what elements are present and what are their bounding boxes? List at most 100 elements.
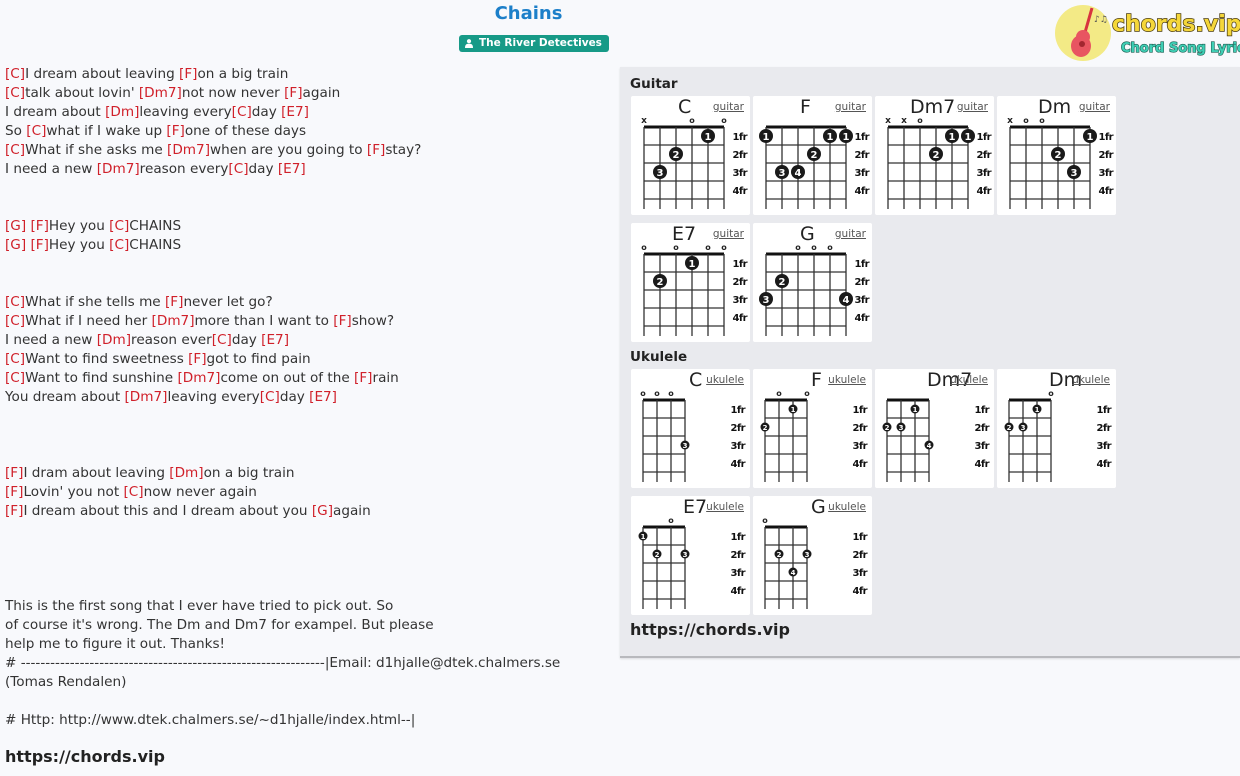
ukulele-chord-f[interactable]: o o 1fr 2fr 3fr 4fr 1 2 Fukulele xyxy=(753,369,872,488)
muted-string-marker: x xyxy=(901,116,907,126)
chord-tag[interactable]: [E7] xyxy=(278,161,306,177)
ukulele-link[interactable]: ukulele xyxy=(706,501,744,513)
chord-tag[interactable]: [F] xyxy=(30,237,48,253)
chord-tag[interactable]: [C] xyxy=(26,123,46,139)
finger-number: 1 xyxy=(1035,406,1040,414)
footer-url[interactable]: https://chords.vip xyxy=(5,747,165,766)
finger-number: 3 xyxy=(683,442,688,450)
ukulele-link[interactable]: ukulele xyxy=(828,374,866,386)
ukulele-chord-c[interactable]: o o o 1fr 2fr 3fr 4fr 3 Cukulele xyxy=(631,369,750,488)
chord-tag[interactable]: [F] xyxy=(5,503,23,519)
guitar-chord-f[interactable]: 1fr 2fr 3fr 4fr 1 1 1 2 3 4 Fguitar xyxy=(753,96,872,215)
chord-tag[interactable]: [F] xyxy=(333,313,351,329)
chord-tag[interactable]: [F] xyxy=(166,123,184,139)
ukulele-link[interactable]: ukulele xyxy=(1072,374,1110,386)
guitar-link[interactable]: guitar xyxy=(713,101,744,113)
guitar-chord-c[interactable]: x o o 1fr 2fr 3fr 4fr 1 2 3 Cguitar xyxy=(631,96,750,215)
guitar-link[interactable]: guitar xyxy=(713,228,744,240)
chord-tag[interactable]: [Dm7] xyxy=(97,161,140,177)
ukulele-chord-dm[interactable]: o 1fr 2fr 3fr 4fr 1 2 3 Dm ukulele xyxy=(997,369,1116,488)
chord-tag[interactable]: [C] xyxy=(5,85,25,101)
site-logo[interactable]: ♪♫ chords.vip Chord Song Lyric xyxy=(1054,2,1240,62)
chord-tag[interactable]: [F] xyxy=(284,85,302,101)
guitar-chord-dm[interactable]: x o o 1fr 2fr 3fr 4fr 1 2 3 Dm guitar xyxy=(997,96,1116,215)
lyric-text: show? xyxy=(351,313,395,329)
ukulele-link[interactable]: ukulele xyxy=(706,374,744,386)
guitar-link[interactable]: guitar xyxy=(957,101,988,113)
fret-label: 3fr xyxy=(1099,168,1114,179)
chord-tag[interactable]: [F] xyxy=(179,66,197,82)
chord-tag[interactable]: [C] xyxy=(5,66,25,82)
chord-tag[interactable]: [C] xyxy=(5,142,25,158)
chord-tag[interactable]: [C] xyxy=(232,104,252,120)
open-string-marker: o xyxy=(762,516,768,525)
finger-number: 3 xyxy=(763,295,770,306)
chord-tag[interactable]: [C] xyxy=(5,370,25,386)
finger-number: 2 xyxy=(673,150,680,161)
ukulele-chord-g[interactable]: o 1fr 2fr 3fr 4fr 2 3 4 Gukulele xyxy=(753,496,872,615)
chord-tag[interactable]: [Dm7] xyxy=(152,313,195,329)
chord-tag[interactable]: [G] xyxy=(5,237,26,253)
chord-tag[interactable]: [C] xyxy=(5,351,25,367)
finger-number: 2 xyxy=(779,277,786,288)
fret-label: 3fr xyxy=(855,168,870,179)
chord-tag[interactable]: [Dm] xyxy=(169,465,203,481)
chord-name: Dm7 xyxy=(910,96,956,118)
guitar-chord-g[interactable]: o o o 1fr 2fr 3fr 4fr 2 3 4 Gguitar xyxy=(753,223,872,342)
chord-tag[interactable]: [C] xyxy=(5,313,25,329)
chord-tag[interactable]: [C] xyxy=(228,161,248,177)
chord-tag[interactable]: [Dm7] xyxy=(177,370,220,386)
fret-label: 2fr xyxy=(1097,423,1112,434)
lyric-line: [C]talk about lovin' [Dm7]not now never … xyxy=(5,84,605,103)
lyric-text: What if I need her xyxy=(25,313,152,329)
ukulele-chord-e7[interactable]: o 1fr 2fr 3fr 4fr 1 2 3 E7 ukulele xyxy=(631,496,750,615)
chord-name: G xyxy=(811,496,826,518)
finger-number: 1 xyxy=(689,259,696,270)
ukulele-link[interactable]: ukulele xyxy=(828,501,866,513)
chord-tag[interactable]: [E7] xyxy=(309,389,337,405)
chord-tag[interactable]: [C] xyxy=(5,294,25,310)
chord-tag[interactable]: [Dm] xyxy=(97,332,131,348)
chord-tag[interactable]: [F] xyxy=(5,484,23,500)
chord-tag[interactable]: [C] xyxy=(260,389,280,405)
guitar-link[interactable]: guitar xyxy=(835,228,866,240)
chord-tag[interactable]: [E7] xyxy=(261,332,289,348)
chord-tag[interactable]: [Dm7] xyxy=(139,85,182,101)
chord-tag[interactable]: [G] xyxy=(5,218,26,234)
chord-tag[interactable]: [C] xyxy=(212,332,232,348)
chord-tag[interactable]: [Dm7] xyxy=(167,142,210,158)
chord-tag[interactable]: [C] xyxy=(123,484,143,500)
chord-tag[interactable]: [F] xyxy=(188,351,206,367)
chord-tag[interactable]: [C] xyxy=(109,237,129,253)
open-string-marker: o xyxy=(654,389,660,398)
guitar-link[interactable]: guitar xyxy=(1079,101,1110,113)
ukulele-link[interactable]: ukulele xyxy=(950,374,988,386)
guitar-chord-dm7[interactable]: x x o 1fr 2fr 3fr 4fr 1 1 2 Dm7 guitar xyxy=(875,96,994,215)
open-string-marker: o xyxy=(640,389,646,398)
guitar-chord-e7[interactable]: o o o o 1fr 2fr 3fr 4fr 1 2 E7 guitar xyxy=(631,223,750,342)
fret-label: 1fr xyxy=(1099,132,1114,143)
chord-tag[interactable]: [F] xyxy=(165,294,183,310)
chord-tag[interactable]: [C] xyxy=(109,218,129,234)
ukulele-chord-dm7[interactable]: 1fr 2fr 3fr 4fr 1 2 3 4 Dm7 ukulele xyxy=(875,369,994,488)
chord-tag[interactable]: [F] xyxy=(354,370,372,386)
lyric-text: on a big train xyxy=(203,465,295,481)
guitar-link[interactable]: guitar xyxy=(835,101,866,113)
chord-tag[interactable]: [F] xyxy=(5,465,23,481)
artist-badge[interactable]: The River Detectives xyxy=(459,35,609,52)
lyric-line: [F]Lovin' you not [C]now never again xyxy=(5,483,605,502)
fret-label: 3fr xyxy=(731,441,746,452)
chord-tag[interactable]: [Dm7] xyxy=(124,389,167,405)
chord-name: C xyxy=(689,369,703,391)
chord-tag[interactable]: [G] xyxy=(312,503,333,519)
chord-tag[interactable]: [E7] xyxy=(281,104,309,120)
chord-tag[interactable]: [F] xyxy=(367,142,385,158)
chord-tag[interactable]: [Dm] xyxy=(105,104,139,120)
panel-url[interactable]: https://chords.vip xyxy=(630,620,790,639)
fret-label: 3fr xyxy=(733,168,748,179)
lyric-text: of course it's wrong. The Dm and Dm7 for… xyxy=(5,617,434,633)
finger-number: 1 xyxy=(949,132,956,143)
chord-tag[interactable]: [F] xyxy=(30,218,48,234)
